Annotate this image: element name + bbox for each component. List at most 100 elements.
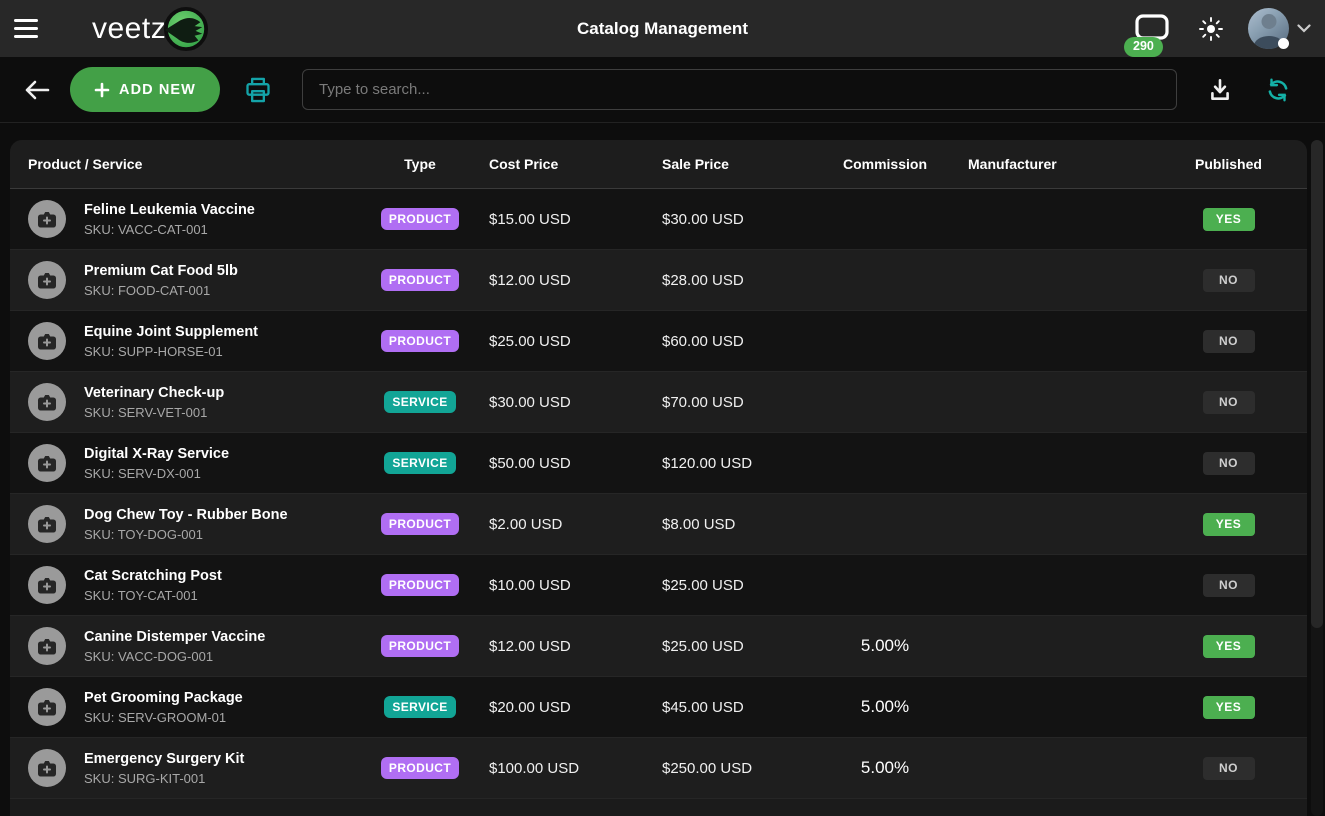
published-badge[interactable]: NO [1203, 757, 1255, 780]
product-image-button[interactable] [28, 749, 66, 787]
product-image-button[interactable] [28, 322, 66, 360]
sale-price: $45.00 USD [645, 699, 820, 716]
print-button[interactable] [240, 72, 276, 108]
cost-price: $25.00 USD [470, 333, 645, 350]
sale-price: $250.00 USD [645, 760, 820, 777]
arrow-left-icon [23, 78, 51, 102]
scrollbar-thumb[interactable] [1311, 140, 1323, 628]
commission-value: 5.00% [820, 636, 950, 656]
hamburger-menu-button[interactable] [14, 12, 48, 46]
product-sku: SKU: SERV-DX-001 [84, 466, 370, 481]
published-badge[interactable]: NO [1203, 574, 1255, 597]
product-image-button[interactable] [28, 200, 66, 238]
table-row[interactable]: Pet Grooming Package SKU: SERV-GROOM-01 … [10, 677, 1307, 738]
cost-price: $20.00 USD [470, 699, 645, 716]
table-row[interactable]: Premium Cat Food 5lb SKU: FOOD-CAT-001 P… [10, 250, 1307, 311]
type-badge: PRODUCT [381, 635, 459, 657]
type-badge: PRODUCT [381, 330, 459, 352]
product-image-button[interactable] [28, 444, 66, 482]
type-badge: SERVICE [384, 452, 455, 474]
notification-count-badge: 290 [1124, 37, 1163, 57]
product-image-button[interactable] [28, 383, 66, 421]
camera-plus-icon [37, 393, 57, 412]
search-input[interactable] [302, 69, 1177, 110]
camera-plus-icon [37, 454, 57, 473]
refresh-button[interactable] [1261, 73, 1295, 107]
cost-price: $10.00 USD [470, 577, 645, 594]
sale-price: $25.00 USD [645, 577, 820, 594]
published-badge[interactable]: YES [1203, 635, 1255, 658]
sale-price: $8.00 USD [645, 516, 820, 533]
user-menu[interactable] [1248, 8, 1311, 49]
published-badge[interactable]: NO [1203, 330, 1255, 353]
product-image-button[interactable] [28, 261, 66, 299]
status-dot [1278, 38, 1289, 49]
brand-logo-icon [163, 6, 209, 52]
published-badge[interactable]: NO [1203, 269, 1255, 292]
plus-icon [94, 82, 110, 98]
toolbar: ADD NEW [0, 57, 1325, 123]
published-badge[interactable]: YES [1203, 513, 1255, 536]
sale-price: $25.00 USD [645, 638, 820, 655]
type-badge: PRODUCT [381, 269, 459, 291]
product-image-button[interactable] [28, 627, 66, 665]
table-row[interactable]: Equine Joint Supplement SKU: SUPP-HORSE-… [10, 311, 1307, 372]
cost-price: $15.00 USD [470, 211, 645, 228]
table-row[interactable]: Emergency Surgery Kit SKU: SURG-KIT-001 … [10, 738, 1307, 799]
product-sku: SKU: VACC-DOG-001 [84, 649, 370, 664]
table-row[interactable]: Dog Chew Toy - Rubber Bone SKU: TOY-DOG-… [10, 494, 1307, 555]
product-image-button[interactable] [28, 566, 66, 604]
table-row[interactable]: Feline Leukemia Vaccine SKU: VACC-CAT-00… [10, 189, 1307, 250]
product-sku: SKU: SERV-GROOM-01 [84, 710, 370, 725]
brand-name: veetz [92, 12, 166, 46]
published-badge[interactable]: NO [1203, 391, 1255, 414]
column-header-cost-price: Cost Price [470, 156, 645, 172]
download-button[interactable] [1203, 73, 1237, 107]
sale-price: $60.00 USD [645, 333, 820, 350]
catalog-table: Product / Service Type Cost Price Sale P… [10, 140, 1307, 816]
camera-plus-icon [37, 271, 57, 290]
camera-plus-icon [37, 637, 57, 656]
sun-icon [1198, 16, 1224, 42]
table-row[interactable]: Veterinary Check-up SKU: SERV-VET-001 SE… [10, 372, 1307, 433]
column-header-commission: Commission [820, 156, 950, 172]
camera-plus-icon [37, 759, 57, 778]
vertical-scrollbar[interactable] [1311, 140, 1323, 816]
product-sku: SKU: TOY-DOG-001 [84, 527, 370, 542]
product-sku: SKU: SURG-KIT-001 [84, 771, 370, 786]
product-name: Cat Scratching Post [84, 567, 370, 585]
published-badge[interactable]: YES [1203, 696, 1255, 719]
product-sku: SKU: TOY-CAT-001 [84, 588, 370, 603]
download-icon [1207, 77, 1233, 103]
product-sku: SKU: FOOD-CAT-001 [84, 283, 370, 298]
brand-logo[interactable]: veetz [92, 6, 209, 52]
table-row[interactable]: Cat Scratching Post SKU: TOY-CAT-001 PRO… [10, 555, 1307, 616]
chevron-down-icon [1297, 24, 1311, 33]
column-header-product-service: Product / Service [10, 156, 370, 172]
camera-plus-icon [37, 698, 57, 717]
product-name: Premium Cat Food 5lb [84, 262, 370, 280]
product-image-button[interactable] [28, 688, 66, 726]
notifications-button[interactable]: 290 [1130, 7, 1174, 51]
cost-price: $50.00 USD [470, 455, 645, 472]
product-sku: SKU: SUPP-HORSE-01 [84, 344, 370, 359]
published-badge[interactable]: YES [1203, 208, 1255, 231]
table-body: Feline Leukemia Vaccine SKU: VACC-CAT-00… [10, 189, 1307, 799]
commission-value: 5.00% [820, 697, 950, 717]
product-name: Equine Joint Supplement [84, 323, 370, 341]
published-badge[interactable]: NO [1203, 452, 1255, 475]
product-image-button[interactable] [28, 505, 66, 543]
cost-price: $12.00 USD [470, 638, 645, 655]
back-button[interactable] [20, 73, 54, 107]
theme-toggle-button[interactable] [1198, 16, 1224, 42]
commission-value: 5.00% [820, 758, 950, 778]
product-name: Digital X-Ray Service [84, 445, 370, 463]
sale-price: $120.00 USD [645, 455, 820, 472]
column-header-published: Published [1150, 156, 1307, 172]
table-row[interactable]: Canine Distemper Vaccine SKU: VACC-DOG-0… [10, 616, 1307, 677]
add-new-label: ADD NEW [119, 82, 196, 98]
camera-plus-icon [37, 515, 57, 534]
add-new-button[interactable]: ADD NEW [70, 67, 220, 112]
table-row[interactable]: Digital X-Ray Service SKU: SERV-DX-001 S… [10, 433, 1307, 494]
column-header-sale-price: Sale Price [645, 156, 820, 172]
